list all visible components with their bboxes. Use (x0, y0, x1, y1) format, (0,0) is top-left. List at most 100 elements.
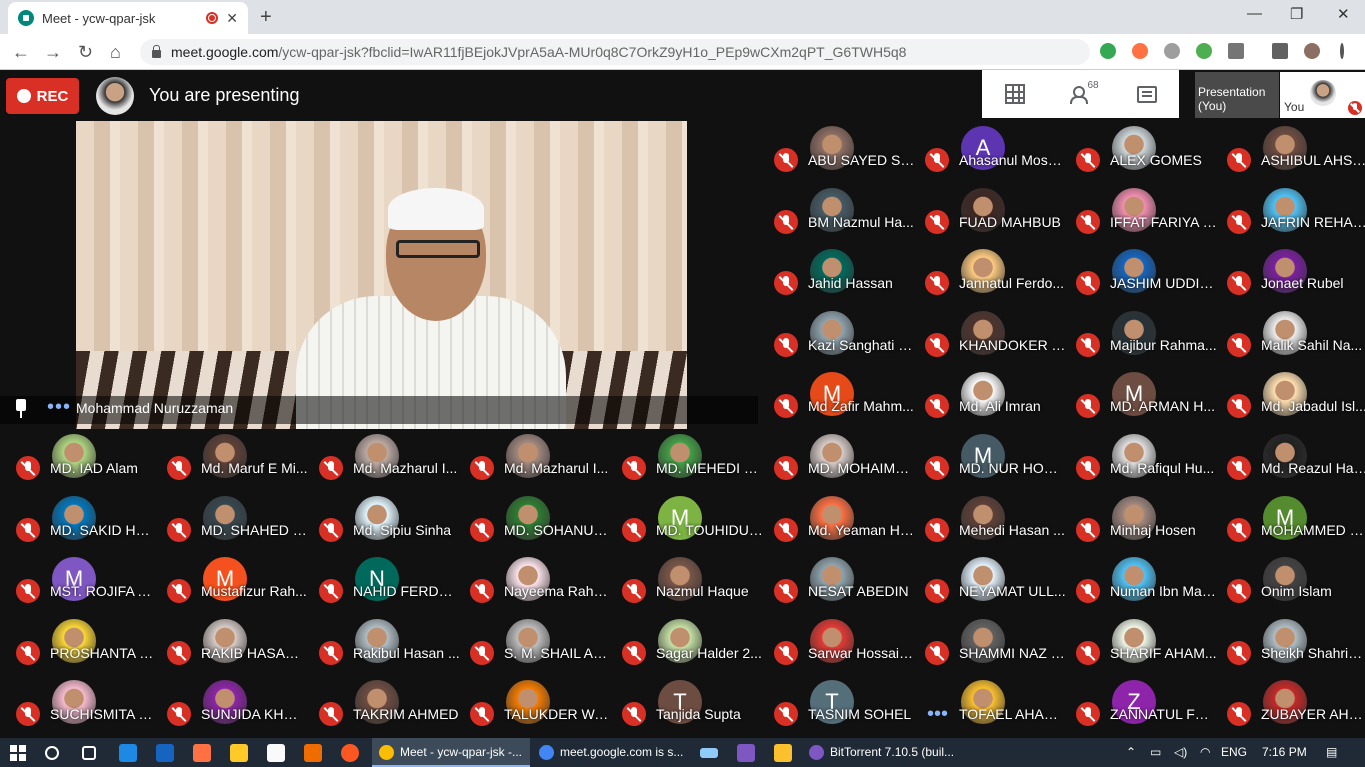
participant-tile[interactable]: SHARIF AHAM... (1066, 619, 1217, 680)
media-control-icon[interactable] (1272, 43, 1288, 59)
participant-tile[interactable]: ZUBAYER AHM... (1217, 680, 1365, 741)
main-speaker-video[interactable] (76, 121, 687, 429)
layout-grid-icon[interactable] (1004, 84, 1025, 104)
file-explorer-icon[interactable] (230, 744, 248, 762)
participant-tile[interactable]: Md. Mazharul I... (460, 434, 611, 495)
participant-tile[interactable]: SHAMMI NAZ S... (915, 619, 1066, 680)
participant-tile[interactable]: Jahid Hassan (764, 249, 915, 310)
battery-icon[interactable]: ▭ (1150, 738, 1161, 767)
participant-tile[interactable]: Majibur Rahma... (1066, 311, 1217, 372)
new-tab-button[interactable]: + (260, 6, 272, 29)
search-icon[interactable] (45, 746, 59, 760)
self-view-tile[interactable]: You (1280, 72, 1365, 118)
app-icon[interactable] (774, 744, 792, 762)
participant-tile[interactable]: M MD. TOUHIDUL ... (612, 496, 763, 557)
presentation-tile[interactable]: Presentation (You) (1195, 72, 1279, 118)
participant-tile[interactable]: MD. MEHEDI H... (612, 434, 763, 495)
grid-extension-icon[interactable] (1228, 43, 1244, 59)
minimize-button[interactable]: — (1247, 5, 1262, 22)
participant-tile[interactable]: MD. MOHAIME... (764, 434, 915, 495)
participant-tile[interactable]: MD. SAKID HAS... (6, 496, 157, 557)
participant-tile[interactable]: Onim Islam (1217, 557, 1365, 618)
clock[interactable]: 7:16 PM (1262, 738, 1307, 767)
people-icon[interactable]: 68 (1069, 80, 1099, 104)
participant-tile[interactable]: Md. Maruf E Mi... (157, 434, 308, 495)
participant-tile[interactable]: M Md Zafir Mahm... (764, 372, 915, 433)
windows-start-icon[interactable] (10, 745, 26, 761)
keyboard-icon[interactable] (700, 748, 718, 758)
participant-tile[interactable]: MD. IAD Alam (6, 434, 157, 495)
notification-icon[interactable]: ▤ (1326, 738, 1337, 767)
participant-tile[interactable]: TAKRIM AHMED (309, 680, 460, 741)
participant-tile[interactable]: Md. Sipiu Sinha (309, 496, 460, 557)
back-button[interactable]: ← (12, 42, 30, 63)
taskbar-app[interactable]: BitTorrent 7.10.5 (buil... (802, 738, 960, 767)
participant-tile[interactable]: Md. Rafiqul Hu... (1066, 434, 1217, 495)
participant-tile[interactable]: T Tanjida Supta (612, 680, 763, 741)
participant-tile[interactable]: M MOHAMMED E... (1217, 496, 1365, 557)
participant-tile[interactable]: NEYAMAT ULL... (915, 557, 1066, 618)
participant-tile[interactable]: FUAD MAHBUB (915, 188, 1066, 249)
participant-tile[interactable]: IFFAT FARIYA M... (1066, 188, 1217, 249)
volume-icon[interactable]: ◁) (1174, 738, 1187, 767)
participant-tile[interactable]: JASHIM UDDIN... (1066, 249, 1217, 310)
participant-tile[interactable]: N NAHID FERDOUS (309, 557, 460, 618)
taskbar-app[interactable]: Meet - ycw-qpar-jsk -... (372, 738, 530, 767)
participant-tile[interactable]: A Ahasanul Mosh... (915, 126, 1066, 187)
taskbar-app[interactable]: meet.google.com is s... (532, 738, 692, 767)
tray-chevron-icon[interactable]: ⌃ (1126, 738, 1136, 767)
participant-tile[interactable]: Nayeema Rahm... (460, 557, 611, 618)
participant-tile[interactable]: Nazmul Haque (612, 557, 763, 618)
pin-icon[interactable] (14, 399, 28, 419)
app-icon[interactable] (193, 744, 211, 762)
participant-tile[interactable]: ALEX GOMES (1066, 126, 1217, 187)
participant-tile[interactable]: Md. Yeaman Ha... (764, 496, 915, 557)
task-view-icon[interactable] (82, 746, 96, 760)
participant-tile[interactable]: Sheikh Shahriya... (1217, 619, 1365, 680)
participant-tile[interactable]: ASHIBUL AHSA... (1217, 126, 1365, 187)
participant-tile[interactable]: ••• TOFAEL AHAM... (915, 680, 1066, 741)
browser-tab-meet[interactable]: Meet - ycw-qpar-jsk ✕ (8, 2, 248, 34)
participant-tile[interactable]: Jonaet Rubel (1217, 249, 1365, 310)
participant-tile[interactable]: KHANDOKER T... (915, 311, 1066, 372)
participant-tile[interactable]: T TASNIM SOHEL (764, 680, 915, 741)
participant-tile[interactable]: ABU SAYED SH... (764, 126, 915, 187)
reload-button[interactable]: ↻ (78, 42, 93, 63)
participant-tile[interactable]: Malik Sahil Na... (1217, 311, 1365, 372)
more-options-icon[interactable]: ••• (47, 397, 71, 417)
drive-extension-icon[interactable] (1164, 43, 1180, 59)
participant-tile[interactable]: Rakibul Hasan ... (309, 619, 460, 680)
chat-icon[interactable] (1136, 85, 1157, 103)
wifi-icon[interactable]: ◠ (1200, 738, 1210, 767)
participant-tile[interactable]: Mehedi Hasan ... (915, 496, 1066, 557)
participant-tile[interactable]: MD. SOHANUR ... (460, 496, 611, 557)
participant-tile[interactable]: RAKIB HASAN ... (157, 619, 308, 680)
firefox-icon[interactable] (341, 744, 359, 762)
restore-button[interactable]: ❐ (1290, 5, 1303, 23)
language-indicator[interactable]: ENG (1221, 738, 1247, 767)
participant-tile[interactable]: NESAT ABEDIN (764, 557, 915, 618)
participant-tile[interactable]: MD. SHAHED IS... (157, 496, 308, 557)
participant-tile[interactable]: Numan Ibn Maz... (1066, 557, 1217, 618)
participant-tile[interactable]: Minhaj Hosen (1066, 496, 1217, 557)
participant-tile[interactable]: Kazi Sanghati S... (764, 311, 915, 372)
sublime-icon[interactable] (304, 744, 322, 762)
participant-tile[interactable]: PROSHANTA M... (6, 619, 157, 680)
participant-tile[interactable]: Sagar Halder 2... (612, 619, 763, 680)
participant-tile[interactable]: Md. Ali Imran (915, 372, 1066, 433)
participant-tile[interactable]: Z ZANNATUL FER... (1066, 680, 1217, 741)
participant-tile[interactable]: Jannatul Ferdo... (915, 249, 1066, 310)
participant-tile[interactable]: JAFRIN REHANA (1217, 188, 1365, 249)
grammarly-extension-icon[interactable] (1100, 43, 1116, 59)
extension-icon[interactable] (1196, 43, 1212, 59)
mail-icon[interactable] (156, 744, 174, 762)
participant-tile[interactable]: M MST. ROJIFA A... (6, 557, 157, 618)
visual-studio-icon[interactable] (737, 744, 755, 762)
forward-button[interactable]: → (44, 42, 62, 63)
menu-kebab-icon[interactable] (1340, 43, 1344, 59)
extension-icon[interactable] (1132, 43, 1148, 59)
edge-icon[interactable] (119, 744, 137, 762)
store-icon[interactable] (267, 744, 285, 762)
participant-tile[interactable]: S. M. SHAIL AF... (460, 619, 611, 680)
close-window-button[interactable]: ✕ (1337, 5, 1350, 23)
